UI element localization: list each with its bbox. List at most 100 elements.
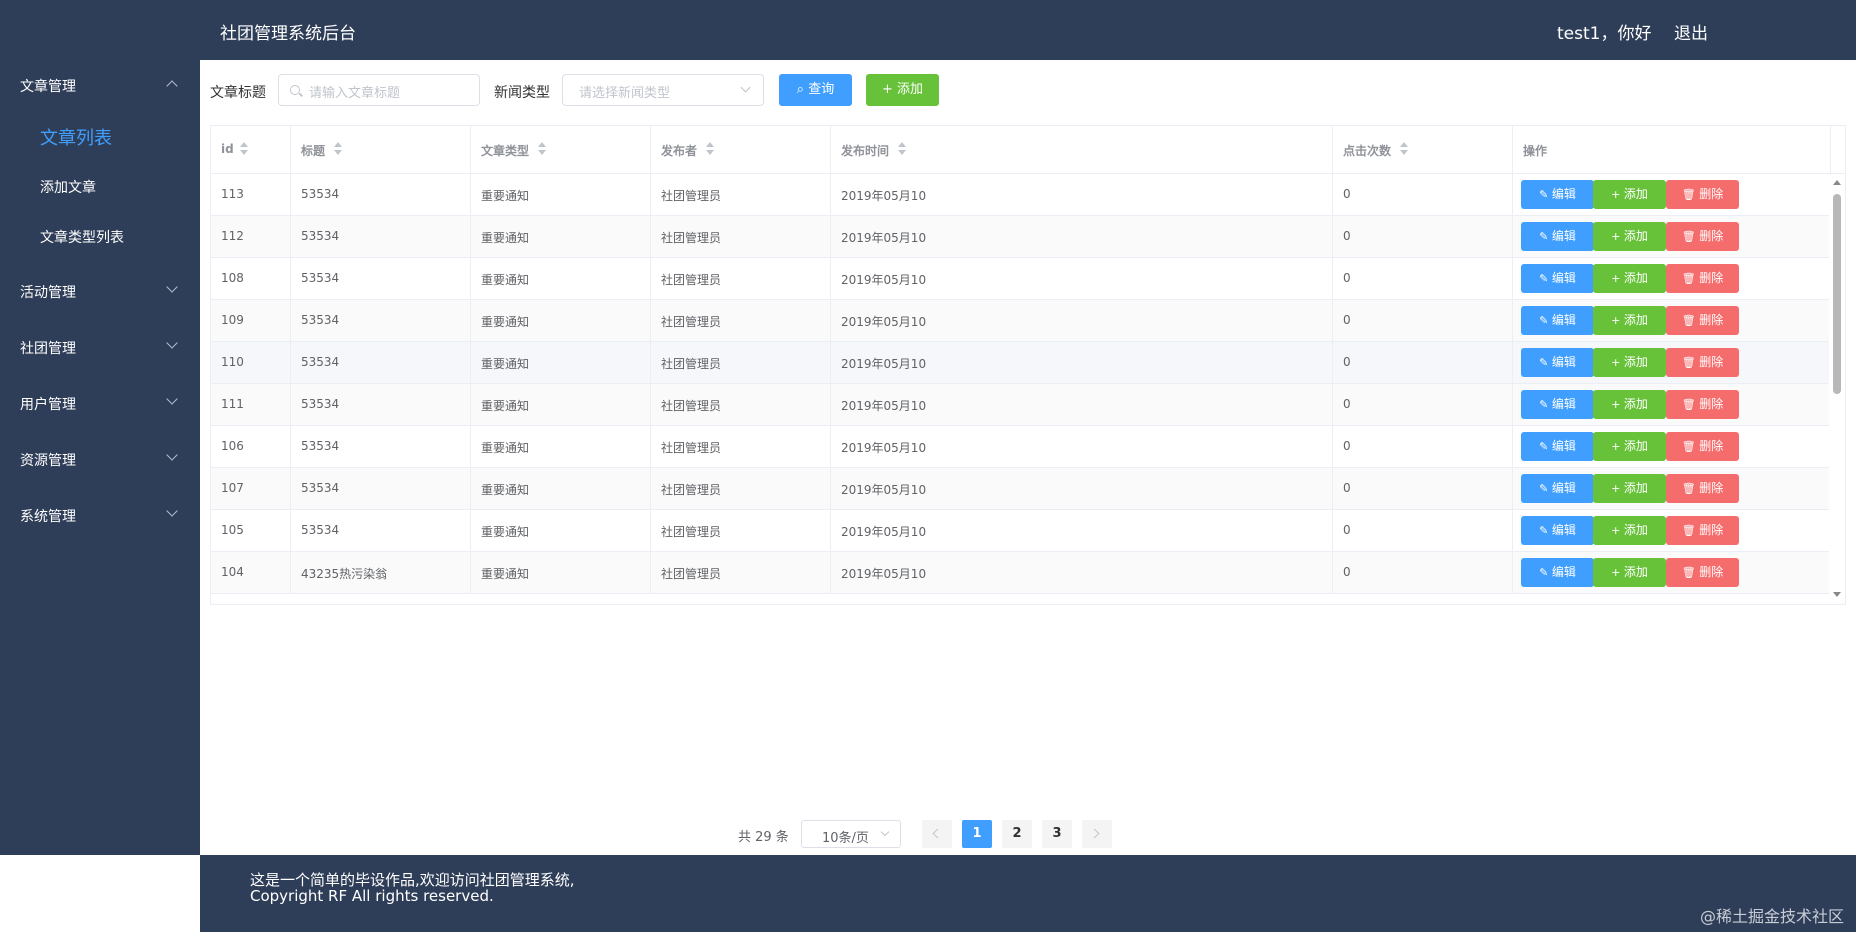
cell-title: 53534 <box>291 300 471 342</box>
sidebar-menu-articles[interactable]: 文章管理 <box>0 65 200 105</box>
sidebar-menu-system[interactable]: 系统管理 <box>0 495 200 535</box>
edit-button[interactable]: ✎ 编辑 <box>1521 432 1594 461</box>
row-add-button[interactable]: + 添加 <box>1593 558 1666 587</box>
sort-icon[interactable] <box>239 142 249 158</box>
table-row[interactable]: 113 53534 重要通知 社团管理员 2019年05月10 0 ✎ 编辑 + 添加 🗑 删除 <box>211 174 1831 216</box>
table-row[interactable]: 106 53534 重要通知 社团管理员 2019年05月10 0 ✎ 编辑 + 添加 🗑 删除 <box>211 426 1831 468</box>
search-icon <box>290 85 300 95</box>
row-add-button[interactable]: + 添加 <box>1593 180 1666 209</box>
sidebar-menu-clubs[interactable]: 社团管理 <box>0 327 200 367</box>
chevron-right-icon <box>1089 828 1100 839</box>
row-add-button[interactable]: + 添加 <box>1593 474 1666 503</box>
scroll-down-arrow-icon[interactable] <box>1833 592 1841 597</box>
page-button-2[interactable]: 2 <box>1002 820 1032 848</box>
column-header-id[interactable]: id <box>211 126 291 174</box>
row-add-button[interactable]: + 添加 <box>1593 432 1666 461</box>
add-button-label: 添加 <box>897 82 924 97</box>
delete-button[interactable]: 🗑 删除 <box>1666 516 1739 545</box>
title-search-input[interactable]: 请输入文章标题 <box>278 74 480 106</box>
edit-button[interactable]: ✎ 编辑 <box>1521 264 1594 293</box>
row-add-button[interactable]: + 添加 <box>1593 390 1666 419</box>
cell-actions: ✎ 编辑 + 添加 🗑 删除 <box>1513 216 1831 258</box>
row-add-button[interactable]: + 添加 <box>1593 264 1666 293</box>
table-row[interactable]: 110 53534 重要通知 社团管理员 2019年05月10 0 ✎ 编辑 + 添加 🗑 删除 <box>211 342 1831 384</box>
scroll-up-arrow-icon[interactable] <box>1833 180 1841 185</box>
row-add-button-label: 添加 <box>1623 187 1648 201</box>
delete-button[interactable]: 🗑 删除 <box>1666 264 1739 293</box>
edit-button-label: 编辑 <box>1551 355 1576 369</box>
cell-type: 重要通知 <box>471 468 651 510</box>
edit-button[interactable]: ✎ 编辑 <box>1521 222 1594 251</box>
page-button-3[interactable]: 3 <box>1042 820 1072 848</box>
chevron-down-icon <box>166 449 178 461</box>
edit-button[interactable]: ✎ 编辑 <box>1521 180 1594 209</box>
sidebar-menu-activities[interactable]: 活动管理 <box>0 271 200 311</box>
prev-page-button[interactable] <box>922 820 952 848</box>
cell-type: 重要通知 <box>471 384 651 426</box>
delete-button[interactable]: 🗑 删除 <box>1666 474 1739 503</box>
delete-button[interactable]: 🗑 删除 <box>1666 180 1739 209</box>
table-row[interactable]: 104 43235热污染翁 重要通知 社团管理员 2019年05月10 0 ✎ 编辑 + 添加… <box>211 552 1831 594</box>
delete-button[interactable]: 🗑 删除 <box>1666 558 1739 587</box>
row-add-button[interactable]: + 添加 <box>1593 516 1666 545</box>
cell-type: 重要通知 <box>471 216 651 258</box>
delete-button[interactable]: 🗑 删除 <box>1666 390 1739 419</box>
row-add-button[interactable]: + 添加 <box>1593 348 1666 377</box>
edit-button[interactable]: ✎ 编辑 <box>1521 306 1594 335</box>
column-header-publisher[interactable]: 发布者 <box>651 126 831 174</box>
pagination-total: 共 29 条 <box>738 830 789 845</box>
sidebar-item-article-types[interactable]: 文章类型列表 <box>0 216 200 256</box>
delete-button-label: 删除 <box>1699 481 1724 495</box>
cell-time: 2019年05月10 <box>831 300 1333 342</box>
top-header: 社团管理系统后台 test1，你好 退出 <box>0 0 1856 60</box>
cell-title: 43235热污染翁 <box>291 552 471 594</box>
sort-icon[interactable] <box>705 142 715 158</box>
sidebar-menu-resources[interactable]: 资源管理 <box>0 439 200 479</box>
sidebar-item-article-list[interactable]: 文章列表 <box>0 116 200 156</box>
cell-title: 53534 <box>291 258 471 300</box>
delete-button[interactable]: 🗑 删除 <box>1666 348 1739 377</box>
sort-icon[interactable] <box>1399 142 1409 158</box>
cell-clicks: 0 <box>1333 510 1513 552</box>
sort-icon[interactable] <box>537 142 547 158</box>
table-row[interactable]: 109 53534 重要通知 社团管理员 2019年05月10 0 ✎ 编辑 + 添加 🗑 删除 <box>211 300 1831 342</box>
table-scrollbar[interactable] <box>1829 174 1845 604</box>
column-header-time[interactable]: 发布时间 <box>831 126 1333 174</box>
table-row[interactable]: 112 53534 重要通知 社团管理员 2019年05月10 0 ✎ 编辑 + 添加 🗑 删除 <box>211 216 1831 258</box>
row-add-button-label: 添加 <box>1623 271 1648 285</box>
search-button[interactable]: ⌕ 查询 <box>779 74 852 106</box>
column-header-title[interactable]: 标题 <box>291 126 471 174</box>
add-button[interactable]: + 添加 <box>866 74 939 106</box>
cell-clicks: 0 <box>1333 468 1513 510</box>
row-add-button[interactable]: + 添加 <box>1593 306 1666 335</box>
cell-type: 重要通知 <box>471 552 651 594</box>
table-row[interactable]: 111 53534 重要通知 社团管理员 2019年05月10 0 ✎ 编辑 + 添加 🗑 删除 <box>211 384 1831 426</box>
sidebar-item-add-article[interactable]: 添加文章 <box>0 166 200 206</box>
next-page-button[interactable] <box>1082 820 1112 848</box>
page-size-select[interactable]: 10条/页 <box>801 820 901 848</box>
table-row[interactable]: 107 53534 重要通知 社团管理员 2019年05月10 0 ✎ 编辑 + 添加 🗑 删除 <box>211 468 1831 510</box>
table-row[interactable]: 108 53534 重要通知 社团管理员 2019年05月10 0 ✎ 编辑 + 添加 🗑 删除 <box>211 258 1831 300</box>
table-row[interactable]: 105 53534 重要通知 社团管理员 2019年05月10 0 ✎ 编辑 + 添加 🗑 删除 <box>211 510 1831 552</box>
delete-button[interactable]: 🗑 删除 <box>1666 432 1739 461</box>
sort-icon[interactable] <box>897 142 907 158</box>
column-header-type[interactable]: 文章类型 <box>471 126 651 174</box>
page-button-1[interactable]: 1 <box>962 820 992 848</box>
edit-button[interactable]: ✎ 编辑 <box>1521 348 1594 377</box>
type-select[interactable]: 请选择新闻类型 <box>562 74 764 106</box>
delete-button[interactable]: 🗑 删除 <box>1666 222 1739 251</box>
row-add-button[interactable]: + 添加 <box>1593 222 1666 251</box>
logout-link[interactable]: 退出 <box>1674 19 1708 44</box>
sort-icon[interactable] <box>333 142 343 158</box>
title-filter-label: 文章标题 <box>210 85 266 101</box>
edit-button[interactable]: ✎ 编辑 <box>1521 390 1594 419</box>
cell-type: 重要通知 <box>471 174 651 216</box>
column-header-clicks[interactable]: 点击次数 <box>1333 126 1513 174</box>
scroll-thumb[interactable] <box>1833 194 1841 394</box>
edit-button[interactable]: ✎ 编辑 <box>1521 474 1594 503</box>
column-header-actions: 操作 <box>1513 126 1831 174</box>
sidebar-menu-users[interactable]: 用户管理 <box>0 383 200 423</box>
edit-button[interactable]: ✎ 编辑 <box>1521 558 1594 587</box>
delete-button[interactable]: 🗑 删除 <box>1666 306 1739 335</box>
edit-button[interactable]: ✎ 编辑 <box>1521 516 1594 545</box>
